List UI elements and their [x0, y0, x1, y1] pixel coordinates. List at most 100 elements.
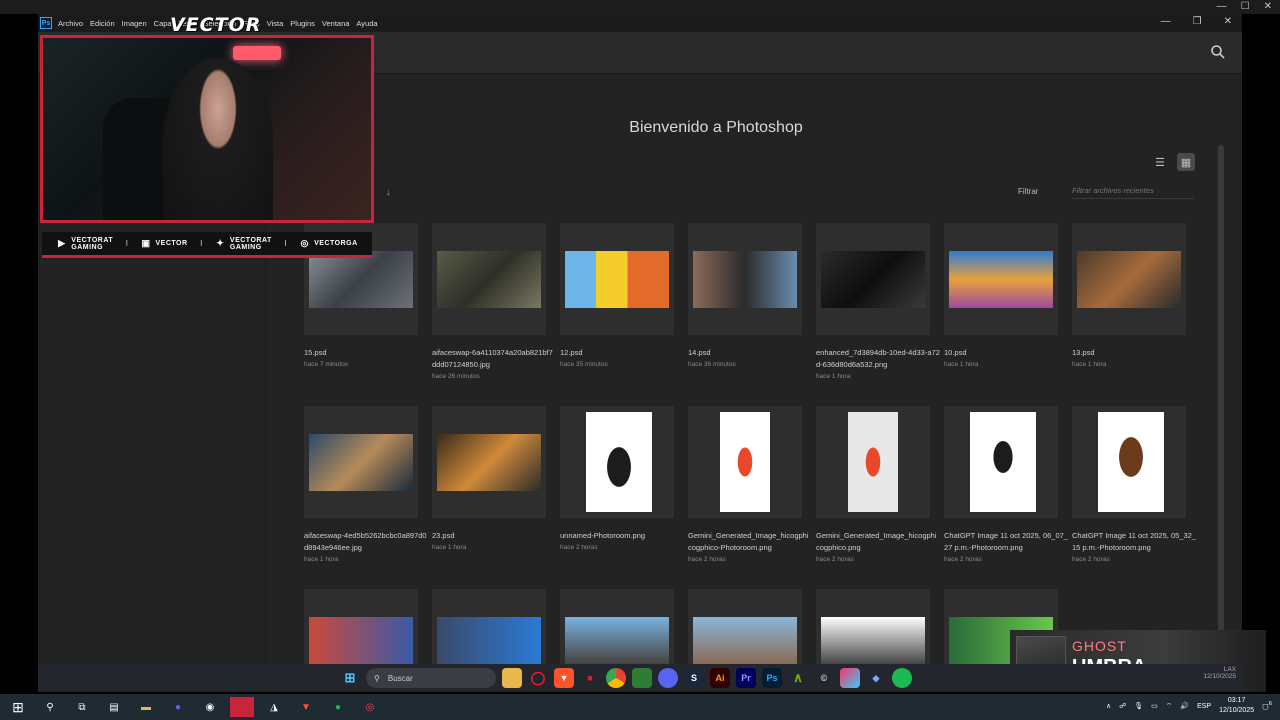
brave-icon[interactable]: ▼ [554, 668, 574, 688]
photoshop-task-icon[interactable]: Ps [762, 668, 782, 688]
tray-network-icon[interactable]: ☍ [1119, 702, 1126, 710]
host-brave-icon[interactable]: ▼ [294, 697, 318, 717]
file-thumbnail [1098, 412, 1164, 512]
host-search-icon[interactable]: ⚲ [38, 697, 62, 717]
clock[interactable]: 03:17 12/10/2025 [1219, 696, 1254, 716]
nvidia-icon[interactable]: ∧ [788, 668, 808, 688]
discord-icon[interactable] [658, 668, 678, 688]
file-name[interactable]: 14.psd [688, 347, 812, 359]
app-icon[interactable]: ■ [580, 668, 600, 688]
home-screen: Bienvenido a Photoshop ☰ ▦ ↓ Filtrar 15.… [266, 75, 1228, 664]
tray-wifi-icon[interactable]: ⌔ [1166, 702, 1173, 711]
file-name[interactable]: 13.psd [1072, 347, 1196, 359]
premiere-icon[interactable]: Pr [736, 668, 756, 688]
minimize-icon[interactable]: — [1217, 1, 1227, 12]
scrollbar[interactable] [1218, 145, 1224, 635]
file-name[interactable]: Gemini_Generated_Image_hicogphicogphico-… [688, 530, 812, 554]
file-tile[interactable] [560, 406, 674, 518]
sort-arrow-icon[interactable]: ↓ [386, 187, 391, 197]
file-name[interactable]: aifaceswap-4ed5b5262bcbc0a897d0d8943e946… [304, 530, 428, 554]
taskbar-search[interactable]: ⚲ Buscar [366, 668, 496, 688]
search-icon[interactable] [1210, 44, 1226, 60]
file-tile[interactable] [816, 406, 930, 518]
file-tile[interactable] [1072, 406, 1186, 518]
host-app2-icon[interactable]: ◮ [262, 697, 286, 717]
file-thumbnail [586, 412, 652, 512]
host-steam-icon[interactable]: ◉ [198, 697, 222, 717]
webcam-sign [233, 46, 281, 60]
steam-icon[interactable]: S [684, 668, 704, 688]
file-name[interactable]: unnamed-Photoroom.png [560, 530, 684, 542]
webcam-overlay [40, 35, 374, 223]
file-tile[interactable] [560, 589, 674, 664]
file-tile[interactable] [688, 589, 802, 664]
host-active-app-icon[interactable] [230, 697, 254, 717]
menu-capa[interactable]: Capa [154, 19, 172, 28]
file-tile[interactable] [1072, 223, 1186, 335]
file-name[interactable]: 15.psd [304, 347, 428, 359]
ps-close-icon[interactable]: ✕ [1224, 16, 1232, 27]
chrome-icon[interactable] [606, 668, 626, 688]
task-view-icon[interactable]: ⧉ [70, 697, 94, 717]
close-icon[interactable]: ✕ [1264, 1, 1272, 12]
app2-icon[interactable]: © [814, 668, 834, 688]
file-thumbnail [309, 434, 413, 491]
file-tile[interactable] [304, 589, 418, 664]
file-tile[interactable] [304, 406, 418, 518]
file-explorer-icon[interactable] [502, 668, 522, 688]
host-start-icon[interactable]: ⊞ [6, 697, 30, 717]
list-view-icon[interactable]: ☰ [1151, 153, 1169, 171]
filter-input[interactable] [1072, 183, 1194, 199]
menu-imagen[interactable]: Imagen [122, 19, 147, 28]
brand-logo: VECTOR [170, 14, 262, 36]
file-thumbnail [437, 251, 541, 308]
file-tile[interactable] [688, 223, 802, 335]
notification-icon[interactable]: ▢6 [1262, 701, 1272, 710]
game-launcher-icon[interactable] [632, 668, 652, 688]
file-name[interactable]: ChatGPT Image 11 oct 2025, 05_32_15 p.m.… [1072, 530, 1196, 554]
menu-edicion[interactable]: Edición [90, 19, 115, 28]
spotify-icon[interactable] [892, 668, 912, 688]
file-tile[interactable] [944, 406, 1058, 518]
file-name[interactable]: 23.psd [432, 530, 556, 542]
app3-icon[interactable]: ◆ [866, 668, 886, 688]
file-tile[interactable] [944, 223, 1058, 335]
file-name[interactable]: enhanced_7d3894db-10ed-4d33-a72d-636d80d… [816, 347, 940, 371]
tray-volume-icon[interactable]: 🔊 [1180, 702, 1189, 710]
host-app-icon[interactable]: ▤ [102, 697, 126, 717]
file-name[interactable]: Gemini_Generated_Image_hicogphicogphico.… [816, 530, 940, 554]
file-tile[interactable] [816, 589, 930, 664]
file-thumbnail [720, 412, 770, 512]
file-tile[interactable] [432, 589, 546, 664]
file-tile[interactable] [432, 406, 546, 518]
file-name[interactable]: ChatGPT Image 11 oct 2025, 06_07_27 p.m.… [944, 530, 1068, 554]
menu-archivo[interactable]: Archivo [58, 19, 83, 28]
menu-vista[interactable]: Vista [267, 19, 284, 28]
menu-ventana[interactable]: Ventana [322, 19, 350, 28]
windows-start-icon[interactable]: ⊞ [340, 668, 360, 688]
file-name[interactable]: 10.psd [944, 347, 1068, 359]
illustrator-icon[interactable]: Ai [710, 668, 730, 688]
file-name[interactable]: aifaceswap-6a4110374a20ab821bf7ddd071248… [432, 347, 556, 371]
file-tile[interactable] [432, 223, 546, 335]
grid-view-icon[interactable]: ▦ [1177, 153, 1195, 171]
ps-restore-icon[interactable]: ❐ [1193, 16, 1202, 27]
tray-chevron-icon[interactable]: ∧ [1106, 702, 1111, 710]
tray-display-icon[interactable]: ▭ [1151, 702, 1158, 710]
file-tile[interactable] [816, 223, 930, 335]
host-discord-icon[interactable]: ● [166, 697, 190, 717]
maximize-icon[interactable]: ☐ [1241, 1, 1250, 12]
copilot-icon[interactable] [840, 668, 860, 688]
host-spotify-icon[interactable]: ● [326, 697, 350, 717]
file-tile[interactable] [560, 223, 674, 335]
tray-mic-icon[interactable]: 🎙 [1134, 702, 1143, 710]
file-tile[interactable] [688, 406, 802, 518]
menu-plugins[interactable]: Plugins [290, 19, 315, 28]
host-app3-icon[interactable]: ◎ [358, 697, 382, 717]
menu-ayuda[interactable]: Ayuda [356, 19, 377, 28]
ps-minimize-icon[interactable]: — [1161, 16, 1171, 27]
file-name[interactable]: 12.psd [560, 347, 684, 359]
host-explorer-icon[interactable]: ▬ [134, 697, 158, 717]
opera-icon[interactable]: ◯ [528, 668, 548, 688]
tray-lang[interactable]: ESP [1197, 703, 1211, 710]
